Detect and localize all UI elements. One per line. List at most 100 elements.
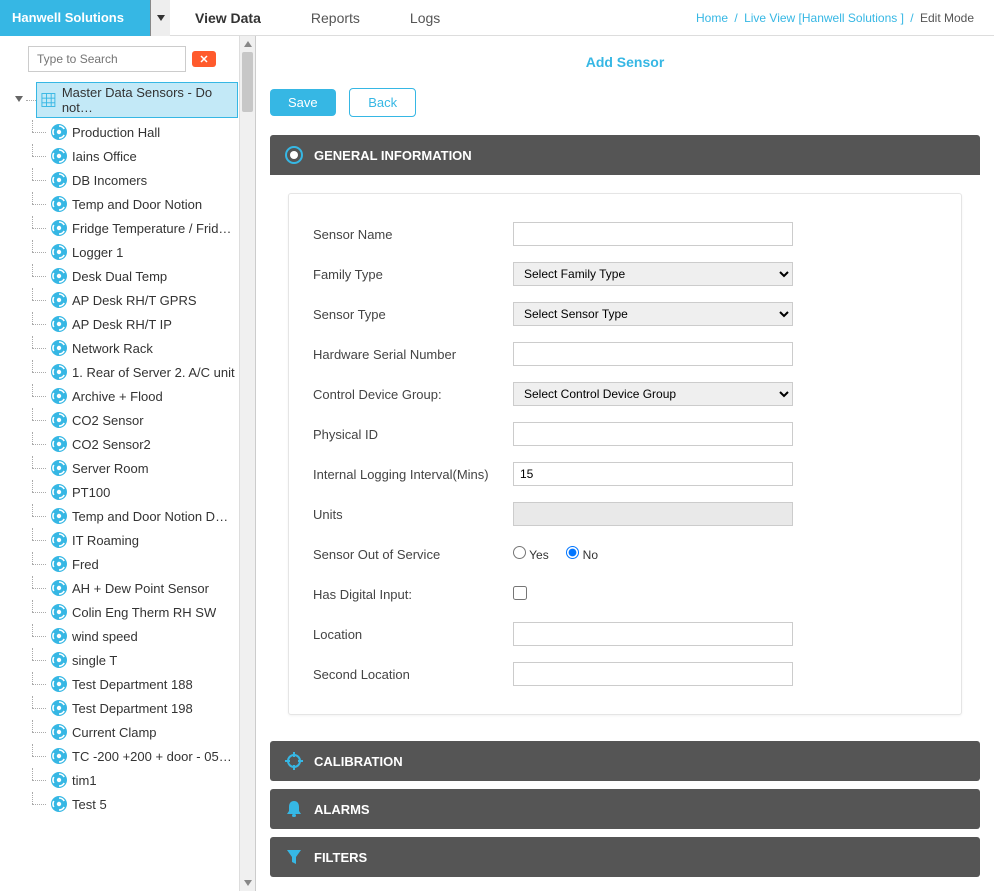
tree-root-label: Master Data Sensors - Do not…: [62, 85, 233, 115]
tree-item[interactable]: Test Department 188: [50, 672, 238, 696]
panel-filters-header[interactable]: FILTERS: [270, 837, 980, 877]
tree-item[interactable]: Production Hall: [50, 120, 238, 144]
tree-item[interactable]: wind speed: [50, 624, 238, 648]
tree-item-label: single T: [72, 653, 117, 668]
sidebar: Master Data Sensors - Do not… Production…: [0, 36, 256, 891]
tree-item[interactable]: AH + Dew Point Sensor: [50, 576, 238, 600]
breadcrumb-sep: /: [910, 11, 913, 25]
tree-item[interactable]: Fridge Temperature / Frid…: [50, 216, 238, 240]
panel-calibration-header[interactable]: CALIBRATION: [270, 741, 980, 781]
tree-item-label: Test Department 198: [72, 701, 193, 716]
panel-general-body: Sensor Name Family Type Select Family Ty…: [270, 175, 980, 733]
tree-item-label: AP Desk RH/T GPRS: [72, 293, 197, 308]
tree-collapse-icon[interactable]: [14, 95, 24, 105]
tree-item-label: Current Clamp: [72, 725, 157, 740]
breadcrumb-live[interactable]: Live View [Hanwell Solutions ]: [744, 11, 904, 25]
panel-alarms-label: ALARMS: [314, 802, 370, 817]
scroll-up-icon[interactable]: [240, 36, 255, 52]
radio-oos-no[interactable]: No: [566, 548, 598, 562]
bell-icon: [284, 799, 304, 819]
tree-item[interactable]: single T: [50, 648, 238, 672]
input-sensor-name[interactable]: [513, 222, 793, 246]
tree-item-label: Logger 1: [72, 245, 123, 260]
sensor-icon: [50, 651, 68, 669]
input-location[interactable]: [513, 622, 793, 646]
input-second-location[interactable]: [513, 662, 793, 686]
tree-item-label: Temp and Door Notion D…: [72, 509, 228, 524]
tree-item[interactable]: PT100: [50, 480, 238, 504]
tree-item[interactable]: Logger 1: [50, 240, 238, 264]
select-sensor-type[interactable]: Select Sensor Type: [513, 302, 793, 326]
panel-filters-label: FILTERS: [314, 850, 367, 865]
label-log-interval: Internal Logging Interval(Mins): [313, 467, 513, 482]
back-button[interactable]: Back: [349, 88, 416, 117]
scrollbar[interactable]: [239, 36, 255, 891]
tree-item[interactable]: Temp and Door Notion D…: [50, 504, 238, 528]
tree-item[interactable]: AP Desk RH/T IP: [50, 312, 238, 336]
tree-root[interactable]: Master Data Sensors - Do not…: [36, 82, 238, 118]
input-hw-serial[interactable]: [513, 342, 793, 366]
sensor-icon: [50, 579, 68, 597]
tree-item[interactable]: Colin Eng Therm RH SW: [50, 600, 238, 624]
tree-item[interactable]: Desk Dual Temp: [50, 264, 238, 288]
scroll-down-icon[interactable]: [240, 875, 255, 891]
tree-item[interactable]: Temp and Door Notion: [50, 192, 238, 216]
label-sensor-name: Sensor Name: [313, 227, 513, 242]
sensor-icon: [50, 747, 68, 765]
tree-item[interactable]: IT Roaming: [50, 528, 238, 552]
tree-item[interactable]: Test Department 198: [50, 696, 238, 720]
sensor-icon: [50, 411, 68, 429]
tree-item[interactable]: Server Room: [50, 456, 238, 480]
tree-item[interactable]: CO2 Sensor: [50, 408, 238, 432]
sensor-icon: [50, 483, 68, 501]
search-input[interactable]: [28, 46, 186, 72]
scroll-thumb[interactable]: [242, 52, 253, 112]
tree-item[interactable]: tim1: [50, 768, 238, 792]
filter-icon: [284, 847, 304, 867]
tree-item[interactable]: Fred: [50, 552, 238, 576]
site-dropdown[interactable]: Hanwell Solutions: [0, 0, 170, 36]
breadcrumb: Home / Live View [Hanwell Solutions ] / …: [696, 11, 994, 25]
tree-item[interactable]: Network Rack: [50, 336, 238, 360]
breadcrumb-home[interactable]: Home: [696, 11, 728, 25]
panel-alarms-header[interactable]: ALARMS: [270, 789, 980, 829]
tree-item-label: Test Department 188: [72, 677, 193, 692]
tab-view-data[interactable]: View Data: [170, 10, 286, 26]
input-log-interval[interactable]: [513, 462, 793, 486]
select-family-type[interactable]: Select Family Type: [513, 262, 793, 286]
sensor-icon: [50, 363, 68, 381]
tree-item[interactable]: Test 5: [50, 792, 238, 816]
tree-item[interactable]: Current Clamp: [50, 720, 238, 744]
sensor-icon: [50, 315, 68, 333]
page-title: Add Sensor: [256, 36, 994, 88]
tree-item-label: Test 5: [72, 797, 107, 812]
label-has-digital: Has Digital Input:: [313, 587, 513, 602]
sensor-icon: [50, 387, 68, 405]
tree-item-label: AP Desk RH/T IP: [72, 317, 172, 332]
save-button[interactable]: Save: [270, 89, 336, 116]
tree-item[interactable]: AP Desk RH/T GPRS: [50, 288, 238, 312]
tab-logs[interactable]: Logs: [385, 10, 465, 26]
tree-item[interactable]: Iains Office: [50, 144, 238, 168]
tree-item-label: wind speed: [72, 629, 138, 644]
panel-general-header[interactable]: GENERAL INFORMATION: [270, 135, 980, 175]
input-physical-id[interactable]: [513, 422, 793, 446]
tab-reports[interactable]: Reports: [286, 10, 385, 26]
tree-item[interactable]: TC -200 +200 + door - 05…: [50, 744, 238, 768]
tree-item-label: Archive + Flood: [72, 389, 163, 404]
tree-item[interactable]: DB Incomers: [50, 168, 238, 192]
sensor-icon: [50, 291, 68, 309]
top-nav: Hanwell Solutions View Data Reports Logs…: [0, 0, 994, 36]
clear-search-button[interactable]: [192, 51, 216, 67]
tree-item-label: Iains Office: [72, 149, 137, 164]
select-control-group[interactable]: Select Control Device Group: [513, 382, 793, 406]
tree-item[interactable]: Archive + Flood: [50, 384, 238, 408]
tree-item-label: 1. Rear of Server 2. A/C unit: [72, 365, 235, 380]
radio-oos-yes[interactable]: Yes: [513, 548, 549, 562]
checkbox-has-digital[interactable]: [513, 586, 527, 600]
sensor-icon: [50, 555, 68, 573]
tree: Master Data Sensors - Do not… Production…: [0, 82, 238, 816]
chevron-down-icon[interactable]: [150, 0, 170, 36]
tree-item[interactable]: 1. Rear of Server 2. A/C unit: [50, 360, 238, 384]
tree-item[interactable]: CO2 Sensor2: [50, 432, 238, 456]
